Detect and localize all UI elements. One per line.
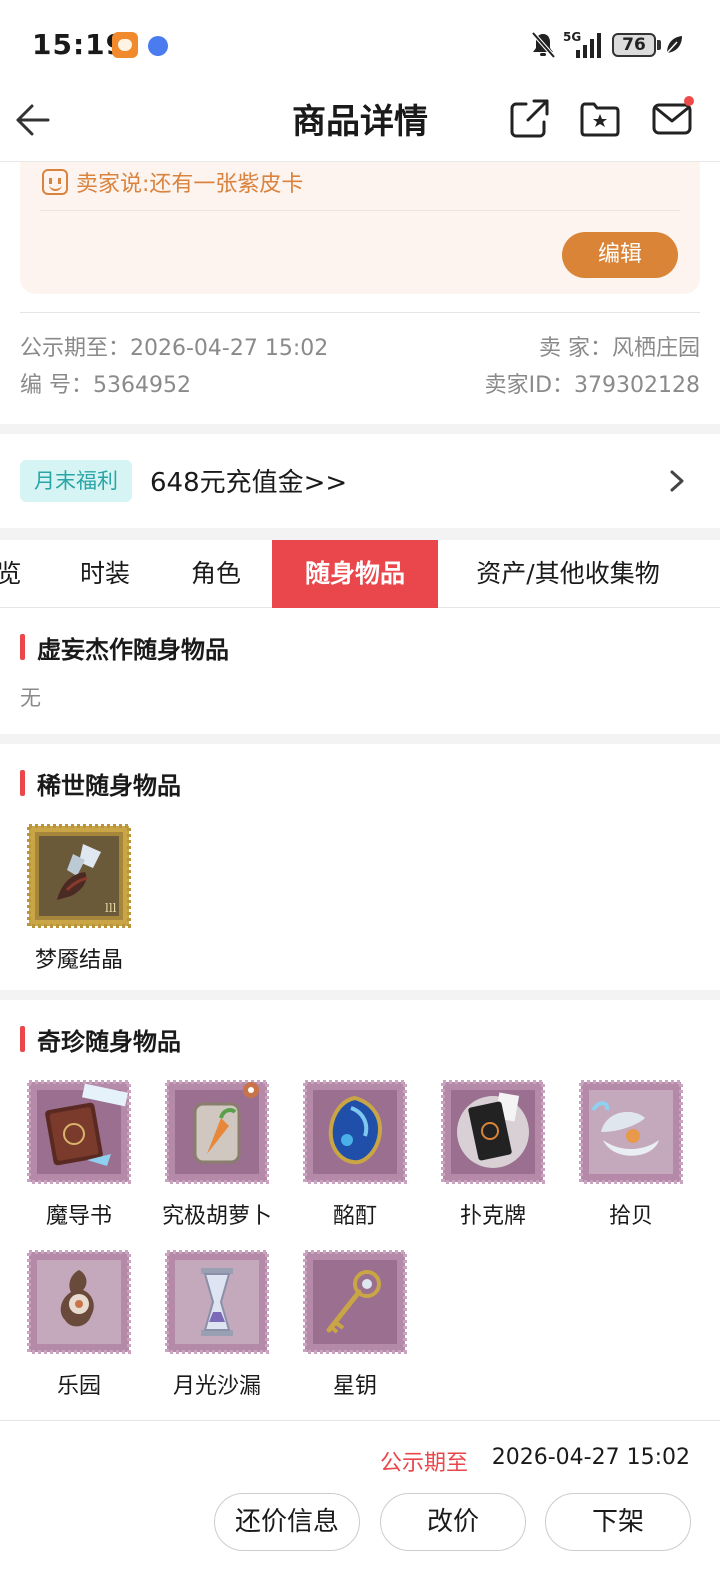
item-card[interactable]: 酩酊: [285, 1080, 425, 1230]
section-title-text: 奇珍随身物品: [37, 1027, 181, 1056]
item-label: 乐园: [56, 1374, 101, 1399]
item-label: 月光沙漏: [172, 1374, 261, 1399]
tab-characters[interactable]: 角色: [170, 540, 262, 608]
divider: [20, 312, 700, 313]
unread-dot: [684, 96, 694, 106]
promo-text: 648元充值金>>: [150, 468, 348, 498]
divider: [40, 210, 680, 211]
share-icon[interactable]: [508, 96, 552, 140]
section-gap: [0, 990, 720, 1000]
item-label: 扑克牌: [459, 1204, 526, 1229]
seller-says: 卖家说:还有一张紫皮卡: [42, 162, 303, 204]
app-notification-dot-icon: [148, 36, 168, 56]
ultimate-carrot-icon: [165, 1080, 269, 1184]
star-key-icon: [303, 1250, 407, 1354]
delist-button[interactable]: 下架: [545, 1493, 691, 1551]
seller-id: 卖家ID：379302128: [484, 373, 700, 398]
leaf-icon: [666, 36, 682, 54]
signal-bars-icon: [576, 33, 601, 58]
paradise-icon: [27, 1250, 131, 1354]
publish-until: 公示期至：2026-04-27 15:02: [20, 336, 329, 361]
footer-publish-label: 公示期至: [380, 1451, 469, 1476]
promo-banner[interactable]: 月末福利 648元充值金>>: [0, 434, 720, 528]
section-title: 虚妄杰作随身物品: [20, 632, 229, 664]
seller-note-card: 卖家说:还有一张紫皮卡 编辑: [20, 162, 700, 294]
section-title-bar: [20, 1026, 25, 1052]
section-title-bar: [20, 634, 25, 660]
item-card[interactable]: 月光沙漏: [147, 1250, 287, 1400]
empty-text: 无: [20, 686, 41, 710]
item-label: 魔导书: [45, 1204, 112, 1229]
battery-icon: 76: [612, 33, 656, 57]
illusion-section: 虚妄杰作随身物品 无: [0, 608, 720, 734]
section-title: 稀世随身物品: [20, 768, 181, 800]
section-title: 奇珍随身物品: [20, 1024, 181, 1056]
tab-outfits[interactable]: 时装: [60, 540, 150, 608]
edit-button[interactable]: 编辑: [562, 232, 678, 278]
section-gap: [0, 528, 720, 540]
tab-accessories[interactable]: 随身物品: [272, 540, 438, 608]
section-title-bar: [20, 770, 25, 796]
item-label: 酩酊: [332, 1204, 377, 1229]
nightmare-crystal-icon: lll: [27, 824, 131, 928]
footer-bar: 公示期至 2026-04-27 15:02 还价信息 改价 下架: [0, 1420, 720, 1591]
item-card[interactable]: 星钥: [285, 1250, 425, 1400]
rare-section: 稀世随身物品 lll 梦魇结晶: [0, 744, 720, 990]
item-label: 拾贝: [608, 1204, 653, 1229]
folder-star-icon[interactable]: [578, 96, 622, 140]
hourglass-icon: [165, 1250, 269, 1354]
item-card[interactable]: 拾贝: [561, 1080, 701, 1230]
grimoire-icon: [27, 1080, 131, 1184]
change-price-button[interactable]: 改价: [380, 1493, 526, 1551]
item-card[interactable]: 究极胡萝卜: [147, 1080, 287, 1230]
tab-overview[interactable]: 览: [0, 540, 24, 608]
item-card[interactable]: lll 梦魇结晶: [9, 824, 149, 974]
serial-number: 编 号：5364952: [20, 373, 191, 398]
chevron-right-icon: [670, 470, 684, 492]
item-label: 星钥: [332, 1374, 377, 1399]
blue-gem-icon: [303, 1080, 407, 1184]
poker-card-icon: [441, 1080, 545, 1184]
counter-offer-button[interactable]: 还价信息: [214, 1493, 360, 1551]
item-card[interactable]: 扑克牌: [423, 1080, 563, 1230]
item-card[interactable]: 乐园: [9, 1250, 149, 1400]
battery-tip: [657, 40, 661, 50]
treasure-section: 奇珍随身物品 魔导书 究极胡萝卜 酩酊 扑克牌 拾贝 乐园 月光沙漏 星钥: [0, 1000, 720, 1420]
section-gap: [0, 424, 720, 434]
smile-icon: [42, 169, 68, 195]
svg-text:lll: lll: [105, 901, 117, 915]
tab-bar: 览 时装 角色 随身物品 资产/其他收集物: [0, 540, 720, 608]
status-bar: 15:19 5G 76: [0, 0, 720, 90]
promo-tag: 月末福利: [20, 460, 132, 502]
app-notification-icon: [112, 32, 138, 58]
tab-assets[interactable]: 资产/其他收集物: [452, 540, 684, 608]
item-label: 究极胡萝卜: [161, 1204, 272, 1229]
item-card[interactable]: 魔导书: [9, 1080, 149, 1230]
seller-says-text: 卖家说:还有一张紫皮卡: [76, 172, 304, 197]
seller-name: 卖 家：风栖庄园: [539, 336, 700, 361]
footer-publish-time: 2026-04-27 15:02: [491, 1445, 690, 1470]
item-label: 梦魇结晶: [34, 948, 123, 973]
shell-icon: [579, 1080, 683, 1184]
nav-bar: 商品详情: [0, 90, 720, 162]
section-gap: [0, 734, 720, 744]
mute-bell-icon: [531, 31, 556, 59]
section-title-text: 虚妄杰作随身物品: [37, 635, 229, 664]
section-title-text: 稀世随身物品: [37, 771, 181, 800]
